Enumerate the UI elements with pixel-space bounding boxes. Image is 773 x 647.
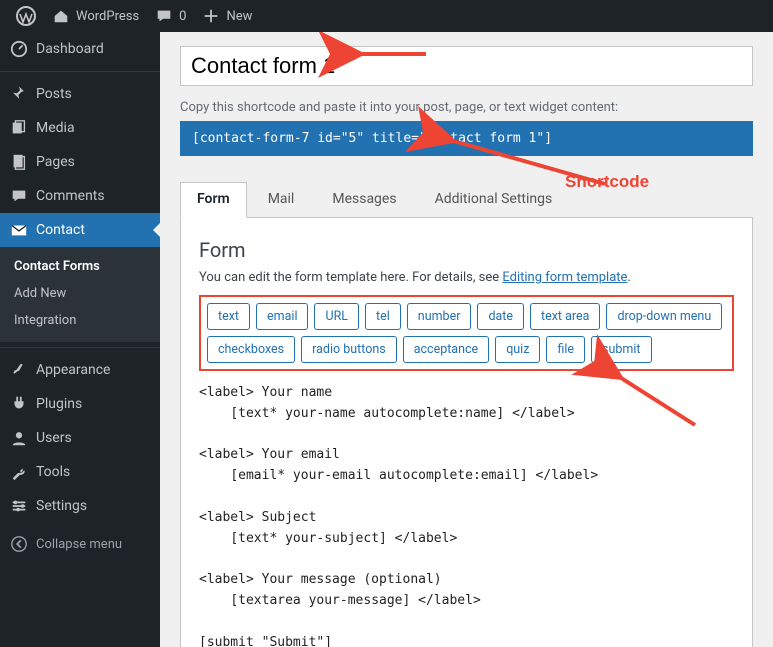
submenu-item[interactable]: Integration — [0, 307, 160, 334]
tag-button-acceptance[interactable]: acceptance — [403, 336, 490, 363]
sliders-icon — [10, 497, 28, 515]
menu-item-label: Collapse menu — [36, 537, 122, 552]
pages-icon — [10, 153, 28, 171]
tag-button-file[interactable]: file — [546, 336, 585, 363]
menu-item-label: Dashboard — [36, 41, 104, 57]
panel-description: You can edit the form template here. For… — [199, 270, 734, 285]
shortcode-display[interactable]: [contact-form-7 id="5" title="Contact fo… — [180, 121, 753, 156]
menu-item-pages[interactable]: Pages — [0, 145, 160, 179]
site-name-label: WordPress — [76, 9, 139, 24]
tag-button-radio-buttons[interactable]: radio buttons — [301, 336, 397, 363]
form-tag-generator-bar: textemailURLtelnumberdatetext areadrop-d… — [199, 295, 734, 371]
editor-tabs: FormMailMessagesAdditional Settings — [180, 182, 753, 218]
menu-item-settings[interactable]: Settings — [0, 489, 160, 523]
menu-item-label: Pages — [36, 154, 75, 170]
menu-item-appearance[interactable]: Appearance — [0, 353, 160, 387]
main-content: Copy this shortcode and paste it into yo… — [160, 32, 773, 647]
tag-button-text-area[interactable]: text area — [530, 303, 600, 330]
admin-side-menu: Dashboard Posts Media Pages Comments Contact C… — [0, 32, 160, 647]
brush-icon — [10, 361, 28, 379]
wp-logo-menu[interactable] — [8, 0, 44, 32]
tab-mail[interactable]: Mail — [251, 182, 312, 217]
menu-item-collapse[interactable]: Collapse menu — [0, 527, 160, 561]
tag-button-text[interactable]: text — [207, 303, 250, 330]
tag-button-quiz[interactable]: quiz — [495, 336, 540, 363]
contact-submenu: Contact FormsAdd NewIntegration — [0, 247, 160, 342]
user-icon — [10, 429, 28, 447]
panel-description-end: . — [627, 270, 630, 285]
menu-item-label: Contact — [36, 222, 85, 238]
menu-item-label: Appearance — [36, 362, 110, 378]
panel-heading: Form — [199, 238, 734, 262]
tag-button-checkboxes[interactable]: checkboxes — [207, 336, 295, 363]
site-name-menu[interactable]: WordPress — [44, 0, 147, 32]
mail-icon — [10, 221, 28, 239]
tab-additional-settings[interactable]: Additional Settings — [418, 182, 570, 217]
menu-item-tools[interactable]: Tools — [0, 455, 160, 489]
submenu-item[interactable]: Contact Forms — [0, 253, 160, 280]
panel-description-text: You can edit the form template here. For… — [199, 270, 502, 285]
menu-item-label: Settings — [36, 498, 87, 514]
wordpress-logo-icon — [16, 6, 36, 26]
tab-form[interactable]: Form — [180, 182, 247, 218]
wrench-icon — [10, 463, 28, 481]
submenu-item[interactable]: Add New — [0, 280, 160, 307]
shortcode-helper-text: Copy this shortcode and paste it into yo… — [180, 100, 753, 115]
menu-item-users[interactable]: Users — [0, 421, 160, 455]
menu-item-label: Posts — [36, 86, 72, 102]
form-panel: Form You can edit the form template here… — [180, 218, 753, 647]
tag-button-email[interactable]: email — [256, 303, 308, 330]
menu-item-label: Media — [36, 120, 75, 136]
annotation-label-shortcode: Shortcode — [565, 172, 649, 192]
tag-button-submit[interactable]: submit — [591, 336, 651, 363]
tag-button-date[interactable]: date — [477, 303, 524, 330]
tag-button-drop-down-menu[interactable]: drop-down menu — [606, 303, 722, 330]
tab-messages[interactable]: Messages — [315, 182, 413, 217]
menu-item-posts[interactable]: Posts — [0, 77, 160, 111]
menu-item-dashboard[interactable]: Dashboard — [0, 32, 160, 66]
menu-item-label: Tools — [36, 464, 70, 480]
menu-item-plugins[interactable]: Plugins — [0, 387, 160, 421]
collapse-icon — [10, 535, 28, 553]
comment-icon — [155, 7, 173, 25]
media-icon — [10, 119, 28, 137]
plug-icon — [10, 395, 28, 413]
comments-count: 0 — [179, 9, 186, 24]
form-template-code[interactable]: <label> Your name [text* your-name autoc… — [199, 383, 734, 647]
tag-button-number[interactable]: number — [407, 303, 472, 330]
dashboard-icon — [10, 40, 28, 58]
tag-button-URL[interactable]: URL — [314, 303, 359, 330]
menu-item-contact[interactable]: Contact — [0, 213, 160, 247]
plus-icon — [202, 7, 220, 25]
home-icon — [52, 7, 70, 25]
menu-item-comments[interactable]: Comments — [0, 179, 160, 213]
admin-bar: WordPress 0 New — [0, 0, 773, 32]
comment-icon — [10, 187, 28, 205]
comments-menu[interactable]: 0 — [147, 0, 194, 32]
new-content-menu[interactable]: New — [194, 0, 260, 32]
tag-button-tel[interactable]: tel — [365, 303, 401, 330]
form-title-input[interactable] — [180, 46, 753, 86]
menu-item-label: Plugins — [36, 396, 82, 412]
editing-template-link[interactable]: Editing form template — [502, 270, 627, 285]
menu-item-label: Users — [36, 430, 72, 446]
menu-item-media[interactable]: Media — [0, 111, 160, 145]
pin-icon — [10, 85, 28, 103]
new-content-label: New — [226, 9, 252, 24]
menu-item-label: Comments — [36, 188, 105, 204]
